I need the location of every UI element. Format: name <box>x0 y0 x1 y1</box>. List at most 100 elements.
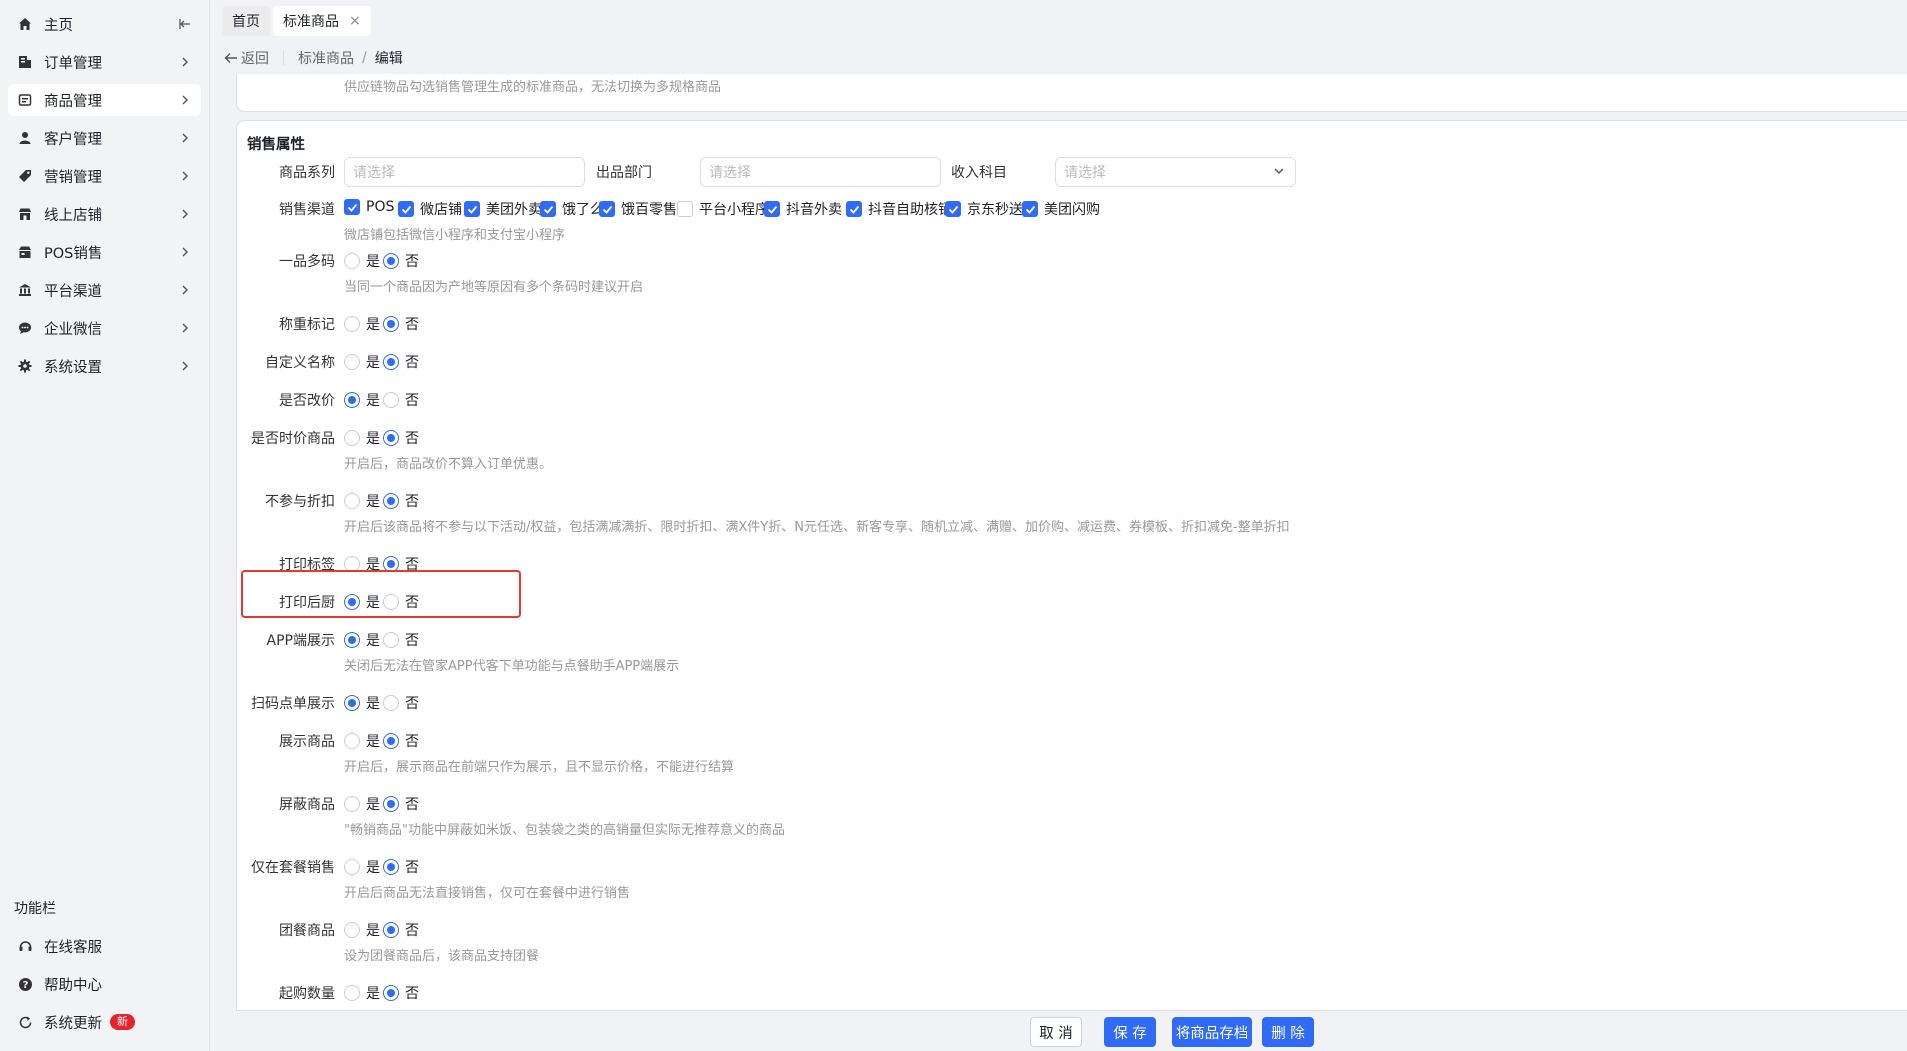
radio-yes[interactable]: 是 <box>344 794 380 814</box>
checkbox-checked-icon[interactable] <box>464 201 480 217</box>
radio-dot-icon[interactable] <box>383 796 399 812</box>
tab-home[interactable]: 首页 <box>222 6 270 36</box>
radio-dot-icon[interactable] <box>344 556 360 572</box>
radio-dot-icon[interactable] <box>344 695 360 711</box>
channel-checkbox[interactable]: 美团闪购 <box>1022 199 1100 219</box>
radio-dot-icon[interactable] <box>383 430 399 446</box>
sidebar-item-products[interactable]: 商品管理 <box>8 84 201 116</box>
radio-dot-icon[interactable] <box>344 922 360 938</box>
sidebar-item-online-service[interactable]: 在线客服 <box>8 930 201 962</box>
radio-yes[interactable]: 是 <box>344 920 380 940</box>
sidebar-item-wecom[interactable]: 企业微信 <box>8 312 201 344</box>
sidebar-item-online-store[interactable]: 线上店铺 <box>8 198 201 230</box>
channel-checkbox[interactable]: 平台小程序 <box>677 199 769 219</box>
radio-yes[interactable]: 是 <box>344 428 380 448</box>
revenue-account-select[interactable]: 请选择 <box>1055 157 1296 187</box>
radio-dot-icon[interactable] <box>344 430 360 446</box>
sidebar-item-help-center[interactable]: ? 帮助中心 <box>8 968 201 1000</box>
checkbox-icon[interactable] <box>677 201 693 217</box>
radio-dot-icon[interactable] <box>383 392 399 408</box>
checkbox-checked-icon[interactable] <box>846 201 862 217</box>
radio-no[interactable]: 否 <box>383 630 419 650</box>
radio-dot-icon[interactable] <box>344 493 360 509</box>
radio-dot-icon[interactable] <box>344 733 360 749</box>
radio-dot-icon[interactable] <box>383 493 399 509</box>
radio-no[interactable]: 否 <box>383 794 419 814</box>
radio-no[interactable]: 否 <box>383 251 419 271</box>
channel-checkbox[interactable]: POS <box>344 199 394 215</box>
radio-dot-icon[interactable] <box>383 316 399 332</box>
checkbox-checked-icon[interactable] <box>945 201 961 217</box>
radio-yes[interactable]: 是 <box>344 390 380 410</box>
channel-checkbox[interactable]: 美团外卖 <box>464 199 542 219</box>
radio-dot-icon[interactable] <box>383 632 399 648</box>
channel-checkbox[interactable]: 饿百零售 <box>599 199 677 219</box>
channel-checkbox[interactable]: 京东秒送 <box>945 199 1023 219</box>
radio-dot-icon[interactable] <box>344 859 360 875</box>
radio-no[interactable]: 否 <box>383 491 419 511</box>
radio-yes[interactable]: 是 <box>344 983 380 1003</box>
breadcrumb-parent[interactable]: 标准商品 <box>298 48 354 68</box>
channel-checkbox[interactable]: 抖音外卖 <box>764 199 842 219</box>
sidebar-item-platform-channels[interactable]: 平台渠道 <box>8 274 201 306</box>
save-button[interactable]: 保 存 <box>1104 1017 1156 1047</box>
sidebar-item-home[interactable]: 主页 <box>8 8 201 40</box>
close-icon[interactable]: × <box>349 13 361 29</box>
collapse-sidebar-icon[interactable] <box>177 16 193 32</box>
radio-no[interactable]: 否 <box>383 693 419 713</box>
radio-dot-icon[interactable] <box>383 733 399 749</box>
radio-yes[interactable]: 是 <box>344 352 380 372</box>
radio-no[interactable]: 否 <box>383 314 419 334</box>
radio-yes[interactable]: 是 <box>344 251 380 271</box>
channel-checkbox[interactable]: 微店铺 <box>398 199 462 219</box>
radio-no[interactable]: 否 <box>383 920 419 940</box>
sidebar-item-settings[interactable]: 系统设置 <box>8 350 201 382</box>
back-button[interactable]: 返回 <box>224 48 269 68</box>
radio-dot-icon[interactable] <box>344 354 360 370</box>
radio-dot-icon[interactable] <box>344 632 360 648</box>
radio-no[interactable]: 否 <box>383 731 419 751</box>
radio-yes[interactable]: 是 <box>344 592 380 612</box>
checkbox-checked-icon[interactable] <box>599 201 615 217</box>
radio-dot-icon[interactable] <box>383 556 399 572</box>
sidebar-item-marketing[interactable]: 营销管理 <box>8 160 201 192</box>
radio-yes[interactable]: 是 <box>344 314 380 334</box>
checkbox-checked-icon[interactable] <box>764 201 780 217</box>
sidebar-item-system-update[interactable]: 系统更新 新 <box>8 1006 201 1038</box>
radio-dot-icon[interactable] <box>383 985 399 1001</box>
radio-dot-icon[interactable] <box>383 922 399 938</box>
checkbox-checked-icon[interactable] <box>1022 201 1038 217</box>
radio-no[interactable]: 否 <box>383 857 419 877</box>
radio-dot-icon[interactable] <box>383 859 399 875</box>
radio-dot-icon[interactable] <box>383 695 399 711</box>
radio-no[interactable]: 否 <box>383 352 419 372</box>
radio-dot-icon[interactable] <box>383 253 399 269</box>
sidebar-item-orders[interactable]: 订单管理 <box>8 46 201 78</box>
radio-dot-icon[interactable] <box>344 253 360 269</box>
radio-yes[interactable]: 是 <box>344 491 380 511</box>
radio-no[interactable]: 否 <box>383 592 419 612</box>
archive-button[interactable]: 将商品存档 <box>1172 1017 1252 1047</box>
radio-no[interactable]: 否 <box>383 390 419 410</box>
radio-yes[interactable]: 是 <box>344 693 380 713</box>
radio-no[interactable]: 否 <box>383 428 419 448</box>
radio-dot-icon[interactable] <box>344 985 360 1001</box>
cancel-button[interactable]: 取 消 <box>1030 1017 1082 1047</box>
sidebar-item-customers[interactable]: 客户管理 <box>8 122 201 154</box>
radio-dot-icon[interactable] <box>344 316 360 332</box>
radio-dot-icon[interactable] <box>344 594 360 610</box>
radio-yes[interactable]: 是 <box>344 731 380 751</box>
radio-no[interactable]: 否 <box>383 983 419 1003</box>
radio-dot-icon[interactable] <box>344 392 360 408</box>
radio-yes[interactable]: 是 <box>344 630 380 650</box>
radio-yes[interactable]: 是 <box>344 554 380 574</box>
radio-dot-icon[interactable] <box>383 594 399 610</box>
channel-checkbox[interactable]: 抖音自助核销 <box>846 199 952 219</box>
sidebar-item-pos-sales[interactable]: POS销售 <box>8 236 201 268</box>
checkbox-checked-icon[interactable] <box>398 201 414 217</box>
channel-checkbox[interactable]: 饿了么 <box>540 199 604 219</box>
checkbox-checked-icon[interactable] <box>540 201 556 217</box>
delete-button[interactable]: 删 除 <box>1262 1017 1314 1047</box>
radio-dot-icon[interactable] <box>344 796 360 812</box>
radio-no[interactable]: 否 <box>383 554 419 574</box>
